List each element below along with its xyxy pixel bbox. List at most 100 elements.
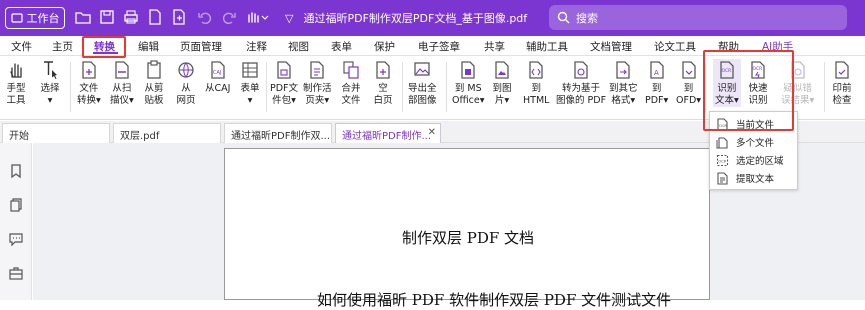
form-icon — [240, 59, 260, 81]
search-input[interactable]: 搜索 — [549, 5, 847, 30]
new-document-icon[interactable] — [146, 8, 164, 26]
left-sidebar — [0, 143, 32, 300]
preflight-button[interactable]: 印前 检查 — [832, 59, 852, 107]
file-convert-button[interactable]: 文件 转换▾ — [77, 59, 101, 107]
to-html-button[interactable]: 到 HTML — [523, 59, 549, 107]
binder-icon — [307, 59, 327, 81]
form-button[interactable]: 表单 ▾ — [240, 59, 260, 107]
pdf-portfolio-button[interactable]: PDF文 件包▾ — [270, 59, 298, 107]
merge-files-button[interactable]: 合并 文件 — [341, 59, 361, 107]
tool-label: 从 — [181, 83, 191, 94]
to-image-based-pdf-button[interactable]: 转为基于 图像的 PDF — [556, 59, 606, 107]
from-clipboard-button[interactable]: 从剪 贴板 — [144, 59, 164, 107]
print-icon[interactable] — [122, 8, 140, 26]
menu-home[interactable]: 主页 — [52, 39, 73, 54]
save-icon[interactable] — [98, 8, 116, 26]
menu-document-management[interactable]: 文档管理 — [590, 39, 632, 54]
comments-icon[interactable] — [8, 231, 24, 247]
tool-label: 网页 — [176, 95, 196, 106]
to-pdf-button[interactable]: A 到 PDF▾ — [645, 59, 668, 107]
multiple-files-icon — [716, 136, 728, 149]
to-image-button[interactable]: 到图 片▾ — [492, 59, 512, 107]
blank-page-icon — [373, 59, 393, 81]
menu-file[interactable]: 文件 — [11, 39, 32, 54]
menu-share[interactable]: 共享 — [484, 39, 505, 54]
tool-label: 转换▾ — [77, 95, 101, 106]
tool-label: 格式▾ — [611, 95, 636, 106]
tab-label: 通过福昕PDF制作... — [342, 131, 432, 142]
bookmark-icon[interactable] — [8, 163, 24, 179]
hand-icon — [6, 59, 26, 81]
select-button[interactable]: 选择 ▾ — [40, 59, 60, 107]
to-other-icon — [613, 59, 633, 81]
tool-label: 白页 — [373, 95, 393, 106]
document-heading: 制作双层 PDF 文档 — [401, 229, 535, 247]
highlight-ocr-area — [703, 50, 794, 131]
tab-document-1[interactable]: 通过福昕PDF制作双... — [224, 123, 332, 143]
attachments-icon[interactable] — [8, 265, 24, 281]
menu-edit[interactable]: 编辑 — [138, 39, 159, 54]
add-document-icon[interactable] — [170, 8, 188, 26]
menu-accessibility[interactable]: 辅助工具 — [526, 39, 568, 54]
hand-tool-quick-icon[interactable] — [244, 8, 270, 26]
workspace-icon — [10, 13, 23, 23]
workspace-label: 工作台 — [26, 12, 60, 25]
open-folder-icon[interactable] — [74, 8, 92, 26]
tool-label: 到 — [531, 83, 541, 94]
menu-page-management[interactable]: 页面管理 — [180, 39, 222, 54]
ocr-multiple-files-item[interactable]: 多个文件 — [710, 133, 797, 151]
undo-icon[interactable] — [196, 8, 214, 26]
tool-label: 选择 — [40, 83, 60, 94]
menu-comment[interactable]: 注释 — [246, 39, 267, 54]
ribbon-separator — [402, 62, 403, 112]
highlight-convert-tab — [82, 36, 126, 58]
cursor-icon — [40, 59, 60, 81]
ocr-selected-area-item[interactable]: OCR 选定的区域 — [710, 151, 797, 169]
pdf-page: 制作双层 PDF 文档 如何使用福昕 PDF 软件制作双层 PDF 文件测试文件 — [224, 148, 710, 309]
hand-tool-button[interactable]: 手型 工具 — [6, 59, 26, 107]
tool-label: 手型 — [6, 83, 26, 94]
to-ms-office-button[interactable]: 到 MS Office▾ — [452, 59, 485, 107]
menu-thesis-tools[interactable]: 论文工具 — [654, 39, 696, 54]
redo-icon[interactable] — [220, 8, 238, 26]
to-other-formats-button[interactable]: 到其它 格式▾ — [609, 59, 638, 107]
tool-label: 制作活 — [303, 83, 332, 94]
tool-label: OFD▾ — [676, 95, 702, 106]
workspace-button[interactable]: 工作台 — [5, 7, 65, 29]
pages-icon[interactable] — [8, 197, 24, 213]
extract-text-icon — [717, 171, 728, 185]
tool-label: 描仪▾ — [110, 95, 134, 106]
ribbon-separator — [70, 62, 71, 112]
clipboard-icon — [144, 59, 164, 81]
to-pdfa-icon: A — [647, 59, 667, 81]
portfolio-icon — [274, 59, 294, 81]
tool-label: 空 — [378, 83, 388, 94]
tab-start[interactable]: 开始 — [2, 123, 110, 143]
from-scanner-button[interactable]: 从扫 描仪▾ — [110, 59, 134, 107]
tab-double-layer-pdf[interactable]: 双层.pdf — [113, 123, 221, 143]
menu-form[interactable]: 表单 — [331, 39, 352, 54]
from-web-button[interactable]: 从网页 — [176, 59, 196, 107]
to-ofd-button[interactable]: 到 OFD▾ — [676, 59, 701, 107]
svg-text:A: A — [654, 69, 659, 77]
ocr-extract-text-item[interactable]: 提取文本 — [710, 169, 797, 187]
to-html-icon — [526, 59, 546, 81]
to-office-icon — [458, 59, 478, 81]
make-binder-button[interactable]: 制作活 页夹▾ — [303, 59, 332, 107]
export-all-images-button[interactable]: 导出全 部图像 — [408, 59, 437, 107]
chevron-down-icon[interactable]: ▽ — [285, 12, 293, 25]
tool-label: 合并 — [341, 83, 361, 94]
tool-label: 片▾ — [494, 95, 510, 106]
tab-document-active[interactable]: 通过福昕PDF制作... ✕ — [335, 123, 441, 143]
menu-e-signature[interactable]: 电子签章 — [418, 39, 460, 54]
close-icon[interactable]: ✕ — [428, 127, 436, 138]
blank-page-button[interactable]: 空白页 — [373, 59, 393, 107]
image-pdf-icon — [571, 59, 591, 81]
from-caj-button[interactable]: CAJ 从CAJ — [205, 59, 230, 95]
menu-protect[interactable]: 保护 — [374, 39, 395, 54]
tool-label: 到 — [651, 83, 662, 94]
search-icon — [557, 11, 570, 24]
menu-view[interactable]: 视图 — [288, 39, 309, 54]
export-images-icon — [412, 59, 432, 81]
tool-label: 到图 — [492, 83, 512, 94]
